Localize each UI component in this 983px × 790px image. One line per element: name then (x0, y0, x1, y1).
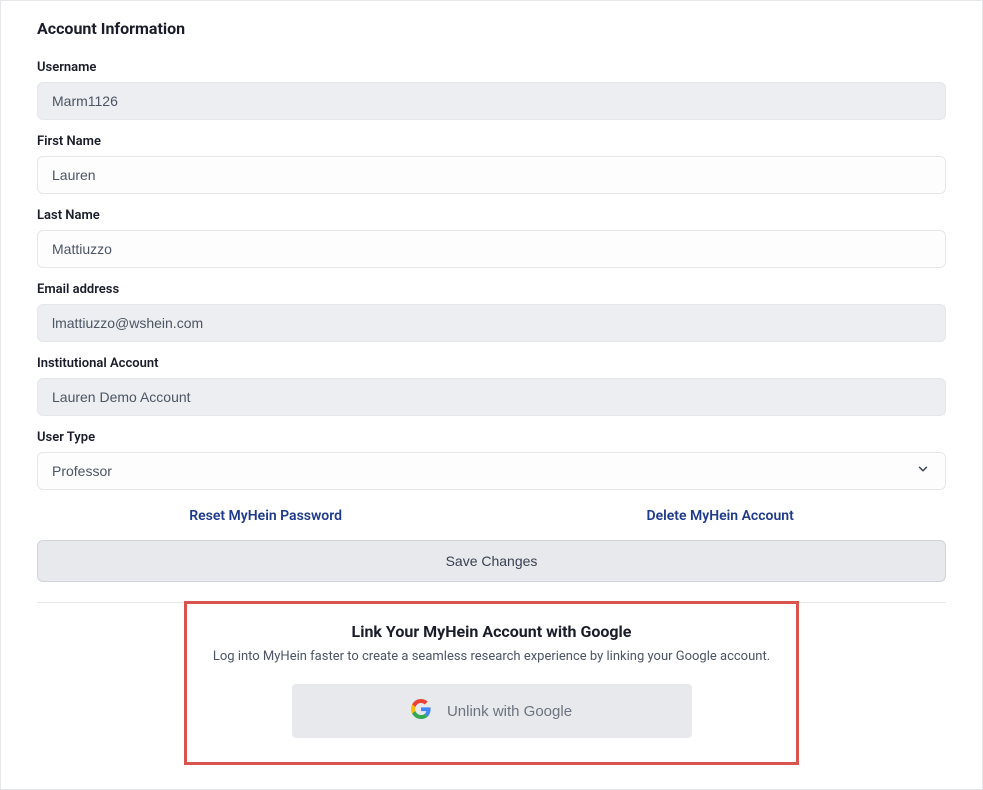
first-name-label: First Name (37, 134, 946, 149)
first-name-group: First Name (37, 134, 946, 194)
email-label: Email address (37, 282, 946, 297)
unlink-google-label: Unlink with Google (447, 703, 572, 720)
institutional-account-group: Institutional Account (37, 356, 946, 416)
first-name-field[interactable] (37, 156, 946, 194)
institutional-account-field (37, 378, 946, 416)
section-title: Account Information (37, 19, 946, 38)
google-link-description: Log into MyHein faster to create a seaml… (207, 649, 776, 664)
google-link-title: Link Your MyHein Account with Google (207, 622, 776, 641)
user-type-group: User Type Professor (37, 430, 946, 490)
institutional-account-label: Institutional Account (37, 356, 946, 371)
user-type-label: User Type (37, 430, 946, 445)
email-field (37, 304, 946, 342)
last-name-group: Last Name (37, 208, 946, 268)
google-icon (411, 699, 431, 723)
last-name-label: Last Name (37, 208, 946, 223)
account-actions-row: Reset MyHein Password Delete MyHein Acco… (37, 508, 946, 524)
user-type-select[interactable]: Professor (37, 452, 946, 490)
delete-account-link[interactable]: Delete MyHein Account (646, 508, 793, 524)
account-info-panel: Account Information Username First Name … (0, 0, 983, 790)
user-type-select-wrapper: Professor (37, 452, 946, 490)
save-changes-button[interactable]: Save Changes (37, 540, 946, 582)
last-name-field[interactable] (37, 230, 946, 268)
reset-password-link[interactable]: Reset MyHein Password (189, 508, 342, 524)
username-group: Username (37, 60, 946, 120)
google-link-section: Link Your MyHein Account with Google Log… (184, 601, 799, 765)
username-label: Username (37, 60, 946, 75)
unlink-google-button[interactable]: Unlink with Google (292, 684, 692, 738)
username-field (37, 82, 946, 120)
email-group: Email address (37, 282, 946, 342)
